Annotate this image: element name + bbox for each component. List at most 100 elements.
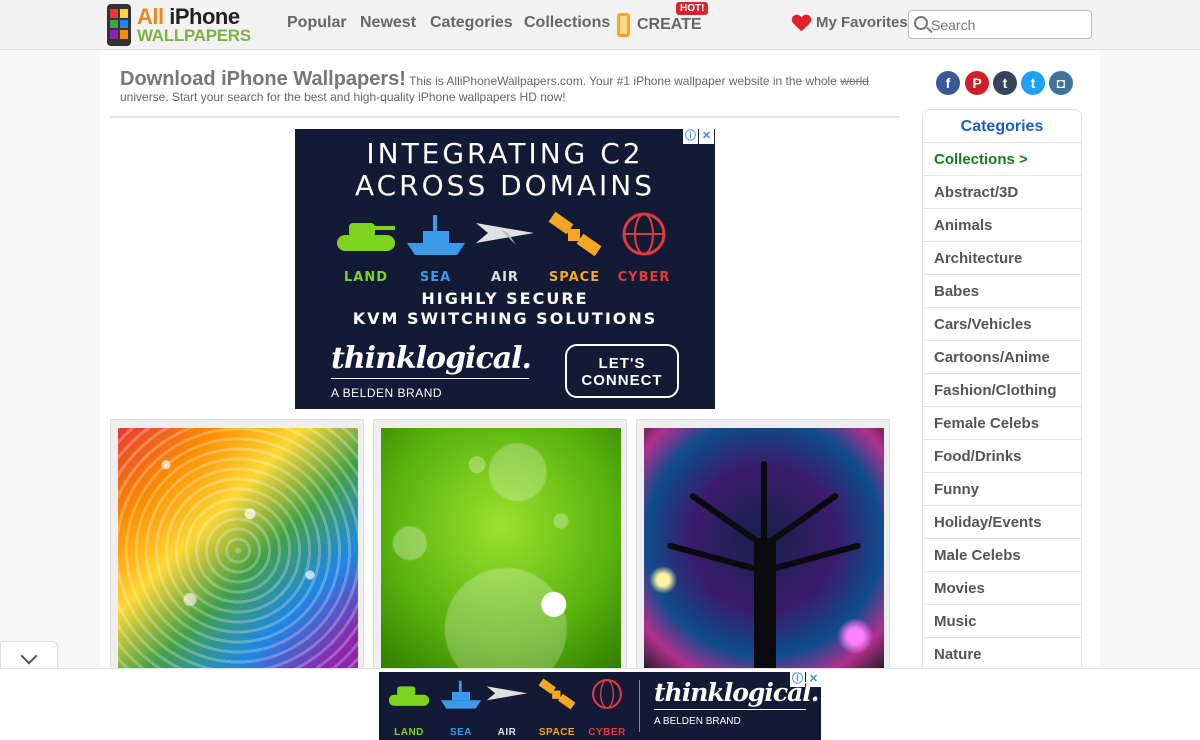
intro-sentence-2: universe. Start your search for the best… xyxy=(120,90,566,104)
wallpaper-card[interactable] xyxy=(373,419,627,679)
wallpaper-card[interactable] xyxy=(110,419,364,679)
ad-belden-tagline: A BELDEN BRAND xyxy=(331,386,443,400)
phone-icon xyxy=(617,13,630,37)
my-favorites-label: My Favorites xyxy=(816,14,908,31)
ad-close-icon[interactable]: ✕ xyxy=(806,672,821,687)
twitter-icon[interactable]: t xyxy=(1021,71,1045,95)
search-icon[interactable] xyxy=(914,16,928,30)
nav-create[interactable]: CREATE xyxy=(617,12,702,38)
ship-icon xyxy=(406,215,465,255)
tree-branch-graphic xyxy=(762,491,840,549)
jet-icon xyxy=(476,223,534,245)
sidebar-item-male-celebs[interactable]: Male Celebs xyxy=(923,539,1081,572)
chevron-down-icon xyxy=(20,647,38,665)
sidebar-item-nature[interactable]: Nature xyxy=(923,638,1081,671)
tumblr-icon[interactable]: t xyxy=(993,71,1017,95)
bottom-ad-bar: LAND SEA AIR SPACE CYBER thinklogical. A… xyxy=(0,668,1200,740)
globe-icon xyxy=(622,212,666,256)
nav-popular[interactable]: Popular xyxy=(287,14,347,32)
tank-icon xyxy=(388,686,430,706)
tree-branch-graphic xyxy=(688,491,766,549)
site-logo[interactable]: All iPhone WALLPAPERS xyxy=(107,4,257,46)
sidebar-item-cars-vehicles[interactable]: Cars/Vehicles xyxy=(923,308,1081,341)
ad-domain-land-label: LAND xyxy=(343,270,388,285)
ad-headline-2: ACROSS DOMAINS xyxy=(354,169,656,202)
tree-branch-graphic xyxy=(761,461,767,541)
sidebar-item-music[interactable]: Music xyxy=(923,605,1081,638)
bottom-advertisement[interactable]: LAND SEA AIR SPACE CYBER thinklogical. A… xyxy=(379,672,821,740)
adchoices-icon[interactable]: ⓘ xyxy=(683,129,698,144)
adchoices-icon[interactable]: ⓘ xyxy=(790,672,805,687)
banner-domain-land: LAND xyxy=(387,678,431,738)
satellite-icon xyxy=(548,211,601,257)
collapse-tab[interactable] xyxy=(0,641,58,671)
ad-domain-cyber: CYBER xyxy=(613,211,675,285)
ad-domain-sea-label: SEA xyxy=(419,270,452,285)
pinterest-icon[interactable]: P xyxy=(965,71,989,95)
wallpaper-thumbnail-green-drops[interactable] xyxy=(381,428,621,673)
top-navigation-bar: All iPhone WALLPAPERS Popular Newest Cat… xyxy=(0,0,1200,50)
banner-belden-tagline: A BELDEN BRAND xyxy=(654,716,741,727)
tree-branch-graphic xyxy=(666,542,765,574)
nav-categories[interactable]: Categories xyxy=(430,14,513,32)
my-favorites-link[interactable]: My Favorites xyxy=(792,14,908,31)
sidebar-item-cartoons-anime[interactable]: Cartoons/Anime xyxy=(923,341,1081,374)
sidebar-item-food-drinks[interactable]: Food/Drinks xyxy=(923,440,1081,473)
categories-sidebar: Categories Collections > Abstract/3D Ani… xyxy=(922,109,1082,679)
banner-domain-sea: SEA xyxy=(439,678,483,738)
tank-icon xyxy=(337,223,395,251)
globe-icon xyxy=(592,679,622,709)
wallpaper-thumbnail-rainbow-drops[interactable] xyxy=(118,428,358,673)
nav-create-label: CREATE xyxy=(637,16,702,33)
main-content: Download iPhone Wallpapers! This is Alli… xyxy=(100,51,1100,679)
banner-domain-air: AIR xyxy=(485,678,529,738)
nav-collections[interactable]: Collections xyxy=(524,14,610,32)
ad-cta-line-1: LET'S xyxy=(598,355,646,372)
banner-brand-underline xyxy=(654,709,806,710)
banner-space-label: SPACE xyxy=(538,727,576,738)
phone-logo-icon xyxy=(107,4,131,46)
sidebar-item-babes[interactable]: Babes xyxy=(923,275,1081,308)
jet-icon xyxy=(486,686,528,701)
divider xyxy=(110,116,900,118)
ship-icon xyxy=(440,680,482,709)
sidebar-item-fashion-clothing[interactable]: Fashion/Clothing xyxy=(923,374,1081,407)
sidebar-item-movies[interactable]: Movies xyxy=(923,572,1081,605)
sidebar-collections-link[interactable]: Collections > xyxy=(923,143,1081,176)
sidebar-heading[interactable]: Categories xyxy=(923,110,1081,143)
search-input[interactable] xyxy=(931,15,1086,34)
banner-divider xyxy=(639,680,640,732)
facebook-icon[interactable]: f xyxy=(936,71,960,95)
search-box xyxy=(908,10,1092,39)
sidebar-item-architecture[interactable]: Architecture xyxy=(923,242,1081,275)
wallpaper-card[interactable] xyxy=(636,419,890,679)
hot-badge: HOT! xyxy=(676,2,709,15)
ad-brand-logo: thinklogical. xyxy=(331,341,532,376)
ad-domain-space-label: SPACE xyxy=(548,270,601,285)
ad-cta-button[interactable]: LET'S CONNECT xyxy=(565,344,679,398)
satellite-icon xyxy=(538,678,576,710)
ad-headline-1: INTEGRATING C2 xyxy=(366,137,644,170)
page-title: Download iPhone Wallpapers! xyxy=(120,68,406,90)
ad-subheadline-2: KVM SWITCHING SOLUTIONS xyxy=(352,309,658,328)
advertisement-banner[interactable]: INTEGRATING C2 ACROSS DOMAINS LAND SEA A… xyxy=(295,129,715,409)
sidebar-item-animals[interactable]: Animals xyxy=(923,209,1081,242)
ad-brand-underline xyxy=(331,378,529,379)
nav-newest[interactable]: Newest xyxy=(360,14,416,32)
banner-air-label: AIR xyxy=(497,727,517,738)
ad-close-icon[interactable]: ✕ xyxy=(699,129,714,144)
intro-struck-word: world xyxy=(840,74,869,88)
wallpaper-thumbnail-tree[interactable] xyxy=(644,428,884,673)
intro-sentence: This is AlliPhoneWallpapers.com. Your #1… xyxy=(409,74,837,88)
instagram-icon[interactable]: ◘ xyxy=(1049,71,1073,95)
intro-text: Download iPhone Wallpapers! This is Alli… xyxy=(120,68,880,105)
sidebar-item-funny[interactable]: Funny xyxy=(923,473,1081,506)
sidebar-item-female-celebs[interactable]: Female Celebs xyxy=(923,407,1081,440)
logo-text-wallpapers: WALLPAPERS xyxy=(137,26,251,45)
ad-domain-land: LAND xyxy=(335,211,397,285)
sidebar-item-abstract-3d[interactable]: Abstract/3D xyxy=(923,176,1081,209)
ad-domain-space: SPACE xyxy=(544,211,606,285)
sidebar-item-holiday-events[interactable]: Holiday/Events xyxy=(923,506,1081,539)
banner-sea-label: SEA xyxy=(449,727,473,738)
ad-domain-sea: SEA xyxy=(405,211,467,285)
